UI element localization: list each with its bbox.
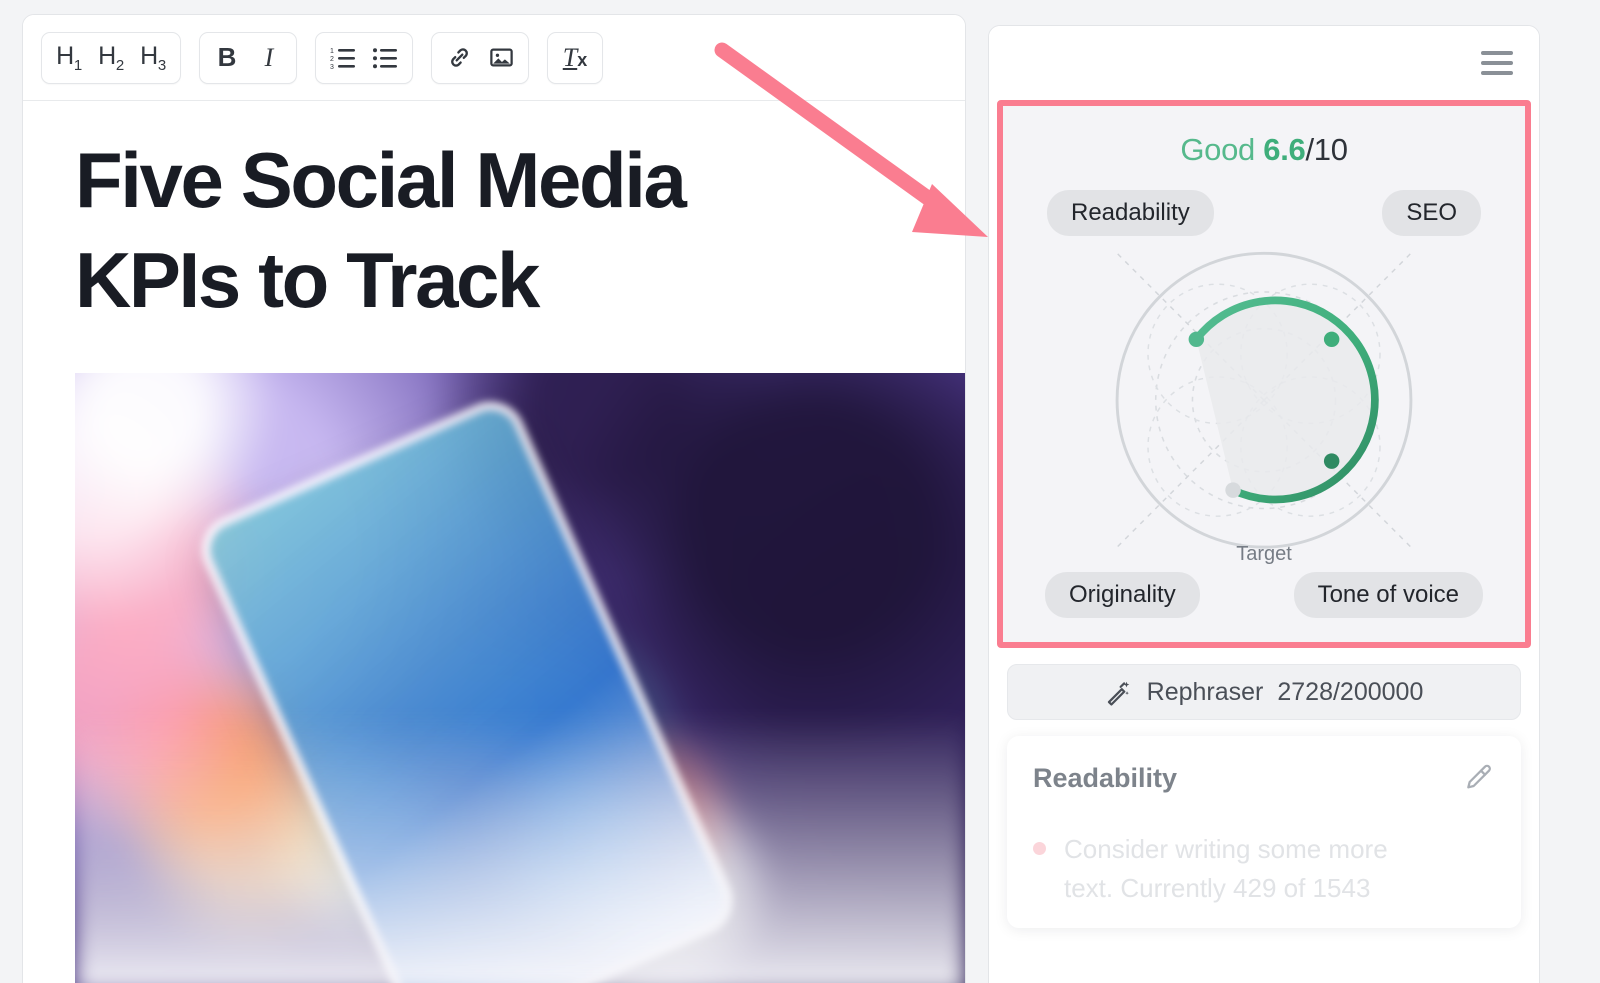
svg-text:1: 1: [330, 48, 334, 55]
image-icon: [489, 48, 513, 67]
radar-chart-svg: [1115, 251, 1413, 549]
radar-target-label: Target: [1236, 543, 1292, 565]
radar-point-readability[interactable]: [1188, 331, 1205, 348]
metric-pills-top: Readability SEO: [1003, 190, 1525, 236]
hamburger-menu-icon[interactable]: [1481, 51, 1513, 75]
metric-pill-seo[interactable]: SEO: [1382, 190, 1481, 236]
screenshot-stage: H1 H2 H3 B I 1 2 3 Tx Five Social Media …: [0, 0, 1600, 983]
readability-card-title: Readability: [1033, 762, 1178, 793]
heading-1-button[interactable]: H1: [48, 37, 90, 79]
document-title[interactable]: Five Social Media KPIs to Track: [75, 131, 835, 331]
ordered-list-button[interactable]: 1 2 3: [322, 37, 364, 79]
toolbar-group-clear: Tx: [547, 31, 603, 84]
ordered-list-icon: 1 2 3: [330, 48, 355, 70]
pencil-edit-icon[interactable]: [1463, 762, 1495, 794]
toolbar-group-lists: 1 2 3: [315, 31, 413, 84]
clear-formatting-button[interactable]: Tx: [554, 37, 596, 79]
heading-3-icon: H3: [140, 41, 166, 74]
hamburger-bar: [1481, 61, 1513, 65]
rephraser-counter: 2728/200000: [1277, 677, 1424, 706]
quality-radar-chart: Target: [1003, 240, 1525, 572]
clear-formatting-icon: Tx: [562, 42, 588, 72]
toolbar-group-text-style: B I: [199, 31, 297, 84]
heading-2-button[interactable]: H2: [90, 37, 132, 79]
svg-text:2: 2: [330, 56, 334, 63]
document-body: Five Social Media KPIs to Track: [23, 101, 965, 983]
readability-tip-item: Consider writing some more text. Current…: [1033, 830, 1495, 908]
heading-3-button[interactable]: H3: [132, 37, 174, 79]
italic-icon: I: [264, 42, 274, 72]
metric-pill-tone-of-voice[interactable]: Tone of voice: [1293, 572, 1483, 618]
toolbar-group-insert: [431, 31, 529, 84]
magic-wand-icon: [1107, 681, 1129, 706]
sidebar-header: [989, 26, 1539, 100]
radar-point-tone-of-voice[interactable]: [1323, 453, 1340, 469]
heading-1-icon: H1: [56, 41, 82, 74]
hamburger-bar: [1481, 71, 1513, 75]
insert-image-button[interactable]: [480, 37, 522, 79]
content-quality-sidebar: Good 6.6/10 Readability SEO Target Origi…: [988, 25, 1540, 983]
tip-bullet-icon: [1033, 842, 1046, 855]
heading-2-icon: H2: [98, 41, 124, 74]
rephraser-label: Rephraser: [1146, 677, 1264, 706]
score-value: 6.6: [1263, 132, 1306, 167]
readability-card-header: Readability: [1033, 762, 1495, 794]
link-icon: [450, 48, 468, 67]
metric-pill-originality[interactable]: Originality: [1045, 572, 1200, 618]
editor-toolbar: H1 H2 H3 B I 1 2 3 Tx: [23, 15, 965, 101]
score-rating: Good: [1180, 132, 1255, 167]
score-highlight-box: Good 6.6/10 Readability SEO Target Origi…: [997, 100, 1531, 648]
radar-point-originality[interactable]: [1225, 482, 1241, 498]
readability-card: Readability Consider writing some more t…: [1007, 736, 1521, 928]
overall-score: Good 6.6/10: [1003, 122, 1525, 168]
metric-pills-bottom: Originality Tone of voice: [1003, 572, 1525, 618]
bold-icon: B: [217, 42, 237, 72]
insert-link-button[interactable]: [438, 37, 480, 79]
hamburger-bar: [1481, 51, 1513, 55]
document-editor-panel: H1 H2 H3 B I 1 2 3 Tx Five Social Media …: [22, 14, 966, 983]
score-denominator: /10: [1305, 132, 1348, 167]
rephraser-button[interactable]: Rephraser 2728/200000: [1007, 664, 1521, 720]
bullet-list-icon: [373, 47, 397, 68]
hero-image-glare: [75, 713, 965, 983]
bold-button[interactable]: B: [206, 37, 248, 79]
radar-point-seo[interactable]: [1323, 331, 1340, 348]
toolbar-group-headings: H1 H2 H3: [41, 31, 181, 84]
italic-button[interactable]: I: [248, 37, 290, 79]
bullet-list-button[interactable]: [364, 37, 406, 79]
document-hero-image[interactable]: [75, 372, 965, 983]
readability-tip-text: Consider writing some more text. Current…: [1064, 834, 1388, 903]
svg-text:3: 3: [330, 64, 334, 70]
metric-pill-readability[interactable]: Readability: [1047, 190, 1214, 236]
